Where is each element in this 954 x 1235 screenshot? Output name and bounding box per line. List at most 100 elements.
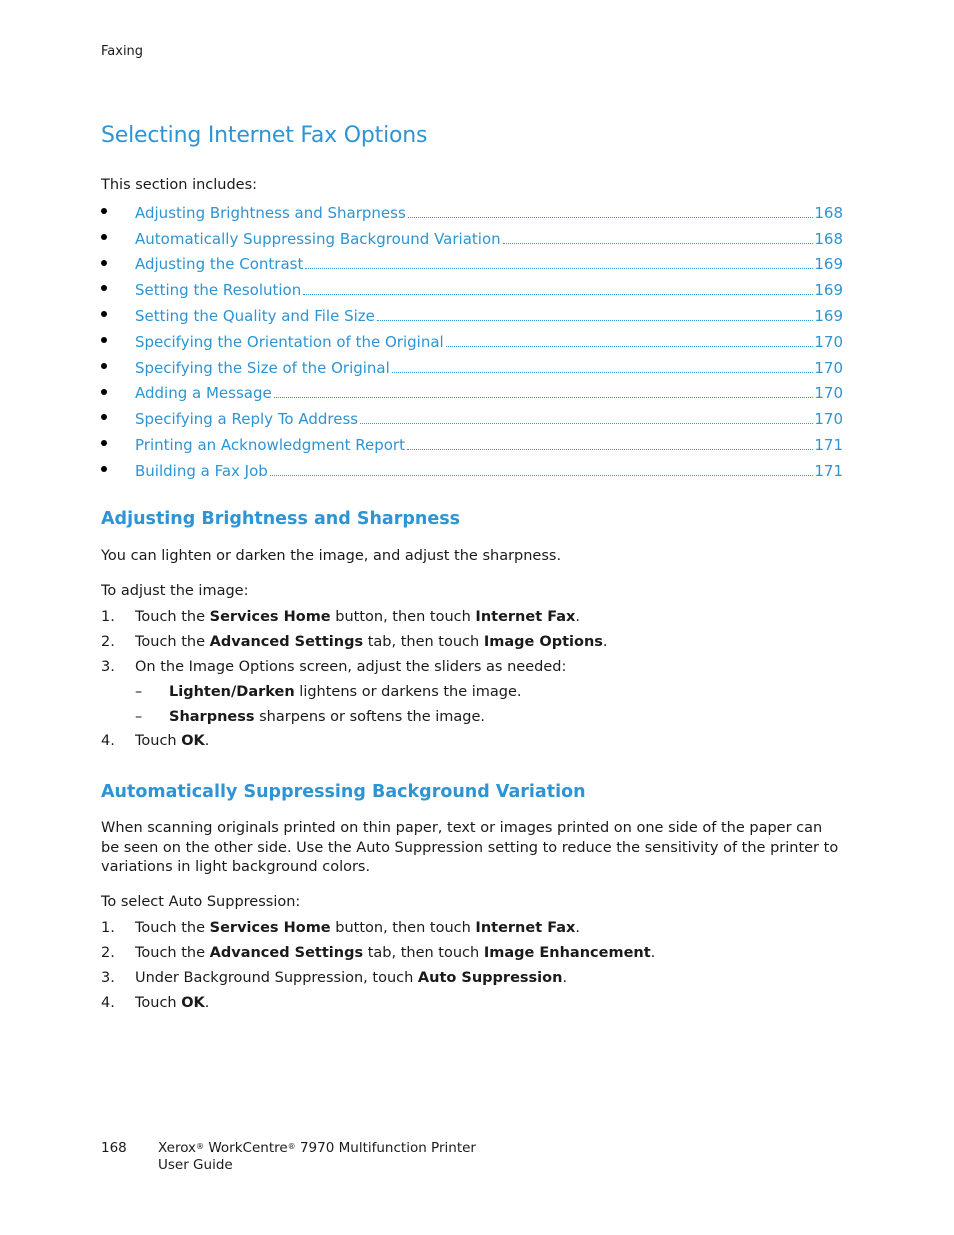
- toc-page: 170: [814, 332, 843, 351]
- bullet-icon: [101, 233, 107, 240]
- step-text: sharpens or softens the image.: [254, 708, 486, 725]
- dot-leader: [273, 396, 814, 399]
- bullet-icon: [101, 208, 107, 214]
- step-item: 1. Touch the Services Home button, then t…: [101, 916, 655, 941]
- toc-item: Adjusting the Contrast 169: [101, 252, 843, 278]
- footer-model: 7970 Multifunction Printer: [299, 1140, 476, 1156]
- bullet-icon: [101, 259, 107, 266]
- dot-leader: [360, 422, 814, 425]
- toc-link[interactable]: Adjusting Brightness and Sharpness 168: [135, 204, 843, 222]
- step-text: Touch the: [135, 609, 206, 626]
- ui-term: Image Options: [483, 634, 603, 651]
- bullet-icon: [101, 440, 107, 447]
- steps-lead: To adjust the image:: [101, 583, 249, 599]
- step-text: .: [602, 634, 608, 651]
- toc-page: 170: [814, 358, 843, 377]
- dot-leader: [391, 371, 814, 373]
- toc-list: Adjusting Brightness and Sharpness 168 Au…: [101, 200, 843, 484]
- ui-term: Advanced Settings: [209, 945, 364, 962]
- toc-item: Setting the Resolution 169: [101, 277, 843, 303]
- toc-link[interactable]: Specifying the Size of the Original 170: [135, 359, 843, 377]
- step-item: 3. Under Background Suppression, touch Au…: [101, 966, 655, 991]
- footer-brand: Xerox: [158, 1140, 197, 1156]
- toc-link[interactable]: Printing an Acknowledgment Report 171: [135, 436, 843, 454]
- section-heading-brightness: Adjusting Brightness and Sharpness: [101, 509, 461, 529]
- dot-leader: [406, 448, 814, 451]
- toc-label: Adjusting Brightness and Sharpness: [135, 203, 406, 222]
- toc-intro: This section includes:: [101, 177, 258, 193]
- step-text: .: [650, 945, 656, 962]
- ui-term: Auto Suppression: [417, 969, 563, 986]
- step-item: 3. On the Image Options screen, adjust th…: [101, 655, 608, 680]
- ui-term: Services Home: [209, 609, 331, 626]
- ui-term: Image Enhancement: [483, 945, 651, 962]
- dot-leader: [445, 345, 814, 347]
- toc-link[interactable]: Automatically Suppressing Background Var…: [135, 230, 843, 248]
- step-item: 4. Touch OK.: [101, 729, 608, 754]
- toc-label: Printing an Acknowledgment Report: [135, 436, 405, 455]
- ui-term: OK: [181, 733, 205, 750]
- section-heading-background: Automatically Suppressing Background Var…: [101, 782, 586, 802]
- step-text: Touch the: [135, 920, 206, 937]
- step-item: 2. Touch the Advanced Settings tab, then …: [101, 941, 655, 966]
- toc-item: Setting the Quality and File Size 169: [101, 303, 843, 329]
- footer-product-name: WorkCentre: [208, 1140, 288, 1156]
- bullet-icon: [101, 414, 107, 421]
- step-number: 2.: [101, 634, 115, 651]
- ui-term: Internet Fax: [475, 920, 576, 937]
- toc-item: Specifying the Orientation of the Origin…: [101, 329, 843, 355]
- toc-link[interactable]: Building a Fax Job 171: [135, 462, 843, 480]
- step-number: 3.: [101, 969, 115, 986]
- step-number: 3.: [101, 658, 115, 675]
- ui-term: Services Home: [209, 920, 331, 937]
- step-number: 4.: [101, 994, 115, 1011]
- step-text: button, then touch: [330, 920, 476, 937]
- dot-leader: [269, 474, 814, 476]
- toc-label: Specifying the Orientation of the Origin…: [135, 332, 444, 351]
- page-number: 168: [101, 1140, 127, 1156]
- toc-page: 169: [814, 255, 843, 274]
- step-text: .: [204, 994, 210, 1011]
- steps-list: 1. Touch the Services Home button, then t…: [101, 605, 608, 754]
- step-text: On the Image Options screen, adjust the …: [135, 658, 567, 675]
- toc-link[interactable]: Adjusting the Contrast 169: [135, 255, 843, 273]
- step-text: button, then touch: [330, 609, 476, 626]
- toc-label: Building a Fax Job: [135, 461, 268, 480]
- bullet-icon: [101, 362, 107, 369]
- ui-term: Lighten/Darken: [169, 683, 295, 700]
- ui-term: Sharpness: [169, 708, 255, 725]
- toc-page: 170: [814, 410, 843, 429]
- dot-leader: [303, 293, 814, 296]
- footer-product: Xerox® WorkCentre® 7970 Multifunction Pr…: [158, 1140, 476, 1174]
- toc-link[interactable]: Adding a Message 170: [135, 384, 843, 402]
- toc-item: Specifying the Size of the Original 170: [101, 355, 843, 381]
- toc-label: Adjusting the Contrast: [135, 255, 304, 274]
- step-text: tab, then touch: [363, 945, 484, 962]
- registered-mark: ®: [196, 1142, 205, 1151]
- dot-leader: [407, 216, 814, 218]
- toc-label: Adding a Message: [135, 384, 272, 403]
- running-header: Faxing: [101, 44, 144, 59]
- step-item: 1. Touch the Services Home button, then t…: [101, 605, 608, 630]
- step-text: .: [575, 920, 580, 937]
- toc-link[interactable]: Setting the Resolution 169: [135, 281, 843, 299]
- toc-page: 171: [814, 461, 843, 480]
- toc-link[interactable]: Specifying a Reply To Address 170: [135, 410, 843, 428]
- sub-step-item: – Sharpness sharpens or softens the image…: [101, 704, 608, 729]
- registered-mark: ®: [287, 1142, 296, 1151]
- toc-link[interactable]: Specifying the Orientation of the Origin…: [135, 333, 843, 351]
- toc-item: Printing an Acknowledgment Report 171: [101, 432, 843, 458]
- toc-link[interactable]: Setting the Quality and File Size 169: [135, 307, 843, 325]
- step-text: Touch: [135, 733, 182, 750]
- toc-item: Adding a Message 170: [101, 381, 843, 407]
- step-text: Touch the: [135, 945, 206, 962]
- step-text: .: [575, 609, 580, 626]
- dot-leader: [305, 267, 814, 270]
- toc-item: Automatically Suppressing Background Var…: [101, 226, 843, 252]
- dot-leader: [376, 319, 814, 322]
- step-text: Touch: [135, 994, 182, 1011]
- toc-label: Specifying the Size of the Original: [135, 358, 390, 377]
- sub-step-item: – Lighten/Darken lightens or darkens the …: [101, 679, 608, 704]
- dash-bullet: –: [135, 683, 143, 700]
- toc-page: 170: [814, 384, 843, 403]
